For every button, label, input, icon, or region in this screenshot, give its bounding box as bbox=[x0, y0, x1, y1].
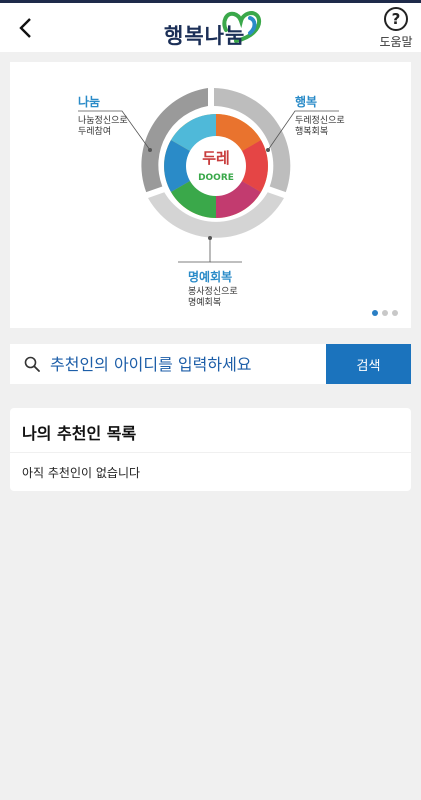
help-label: 도움말 bbox=[379, 35, 413, 49]
empty-list-message: 아직 추천인이 없습니다 bbox=[22, 466, 141, 480]
chevron-left-icon bbox=[19, 18, 31, 38]
segment-desc-nanum-2: 두레참여 bbox=[78, 127, 112, 137]
recommender-list-header: 나의 추천인 목록 bbox=[10, 408, 411, 452]
question-circle-icon: ? bbox=[384, 7, 408, 31]
help-button[interactable]: ? 도움말 bbox=[374, 7, 418, 51]
search-icon bbox=[24, 356, 40, 372]
recommender-id-input[interactable] bbox=[50, 350, 320, 378]
segment-desc-myeongye-1: 봉사정신으로 bbox=[188, 287, 238, 297]
recommender-list-body: 아직 추천인이 없습니다 bbox=[10, 453, 411, 491]
segment-desc-haengbok-1: 두레정신으로 bbox=[295, 116, 345, 126]
app-logo: 행복나눔 bbox=[162, 8, 262, 50]
search-box bbox=[10, 344, 326, 384]
carousel-dot-1[interactable] bbox=[372, 310, 378, 316]
carousel-indicator bbox=[372, 310, 398, 318]
segment-desc-nanum-1: 나눔정신으로 bbox=[78, 116, 128, 126]
segment-title-haengbok: 행복 bbox=[295, 95, 318, 109]
segment-desc-haengbok-2: 행복회복 bbox=[295, 127, 329, 137]
search-button[interactable]: 검색 bbox=[326, 344, 411, 384]
segment-title-nanum: 나눔 bbox=[78, 95, 101, 109]
app-header: 행복나눔 ? 도움말 bbox=[0, 3, 421, 52]
carousel-dot-2[interactable] bbox=[382, 310, 388, 316]
center-label-bottom: DOORE bbox=[198, 173, 234, 183]
segment-title-myeongye: 명예회복 bbox=[188, 270, 233, 284]
logo-text: 행복나눔 bbox=[164, 24, 246, 48]
center-label-top: 두레 bbox=[202, 149, 230, 167]
segment-desc-myeongye-2: 명예회복 bbox=[188, 298, 222, 308]
recommender-list-title: 나의 추천인 목록 bbox=[22, 424, 137, 443]
banner-carousel[interactable]: 두레 DOORE 나눔 나눔정신으로 두레참여 행복 두레정신으로 행복회복 명… bbox=[10, 62, 411, 328]
back-button[interactable] bbox=[14, 15, 38, 41]
carousel-dot-3[interactable] bbox=[392, 310, 398, 316]
